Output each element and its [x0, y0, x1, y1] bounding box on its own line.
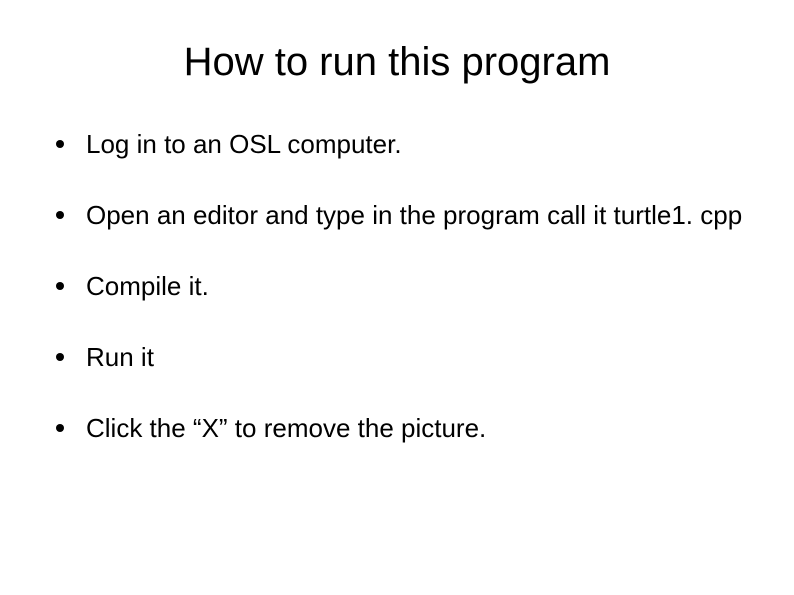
slide: How to run this program Log in to an OSL… [0, 0, 794, 595]
bullet-icon [56, 140, 64, 148]
bullet-text: Open an editor and type in the program c… [86, 196, 744, 235]
list-item: Compile it. [50, 267, 744, 306]
list-item: Open an editor and type in the program c… [50, 196, 744, 235]
slide-title: How to run this program [50, 40, 744, 85]
bullet-text: Run it [86, 338, 744, 377]
list-item: Click the “X” to remove the picture. [50, 409, 744, 448]
bullet-icon [56, 282, 64, 290]
bullet-text: Click the “X” to remove the picture. [86, 409, 744, 448]
list-item: Log in to an OSL computer. [50, 125, 744, 164]
bullet-text: Log in to an OSL computer. [86, 125, 744, 164]
bullet-icon [56, 353, 64, 361]
bullet-text: Compile it. [86, 267, 744, 306]
list-item: Run it [50, 338, 744, 377]
bullet-icon [56, 211, 64, 219]
bullet-icon [56, 424, 64, 432]
bullet-list: Log in to an OSL computer. Open an edito… [50, 125, 744, 448]
